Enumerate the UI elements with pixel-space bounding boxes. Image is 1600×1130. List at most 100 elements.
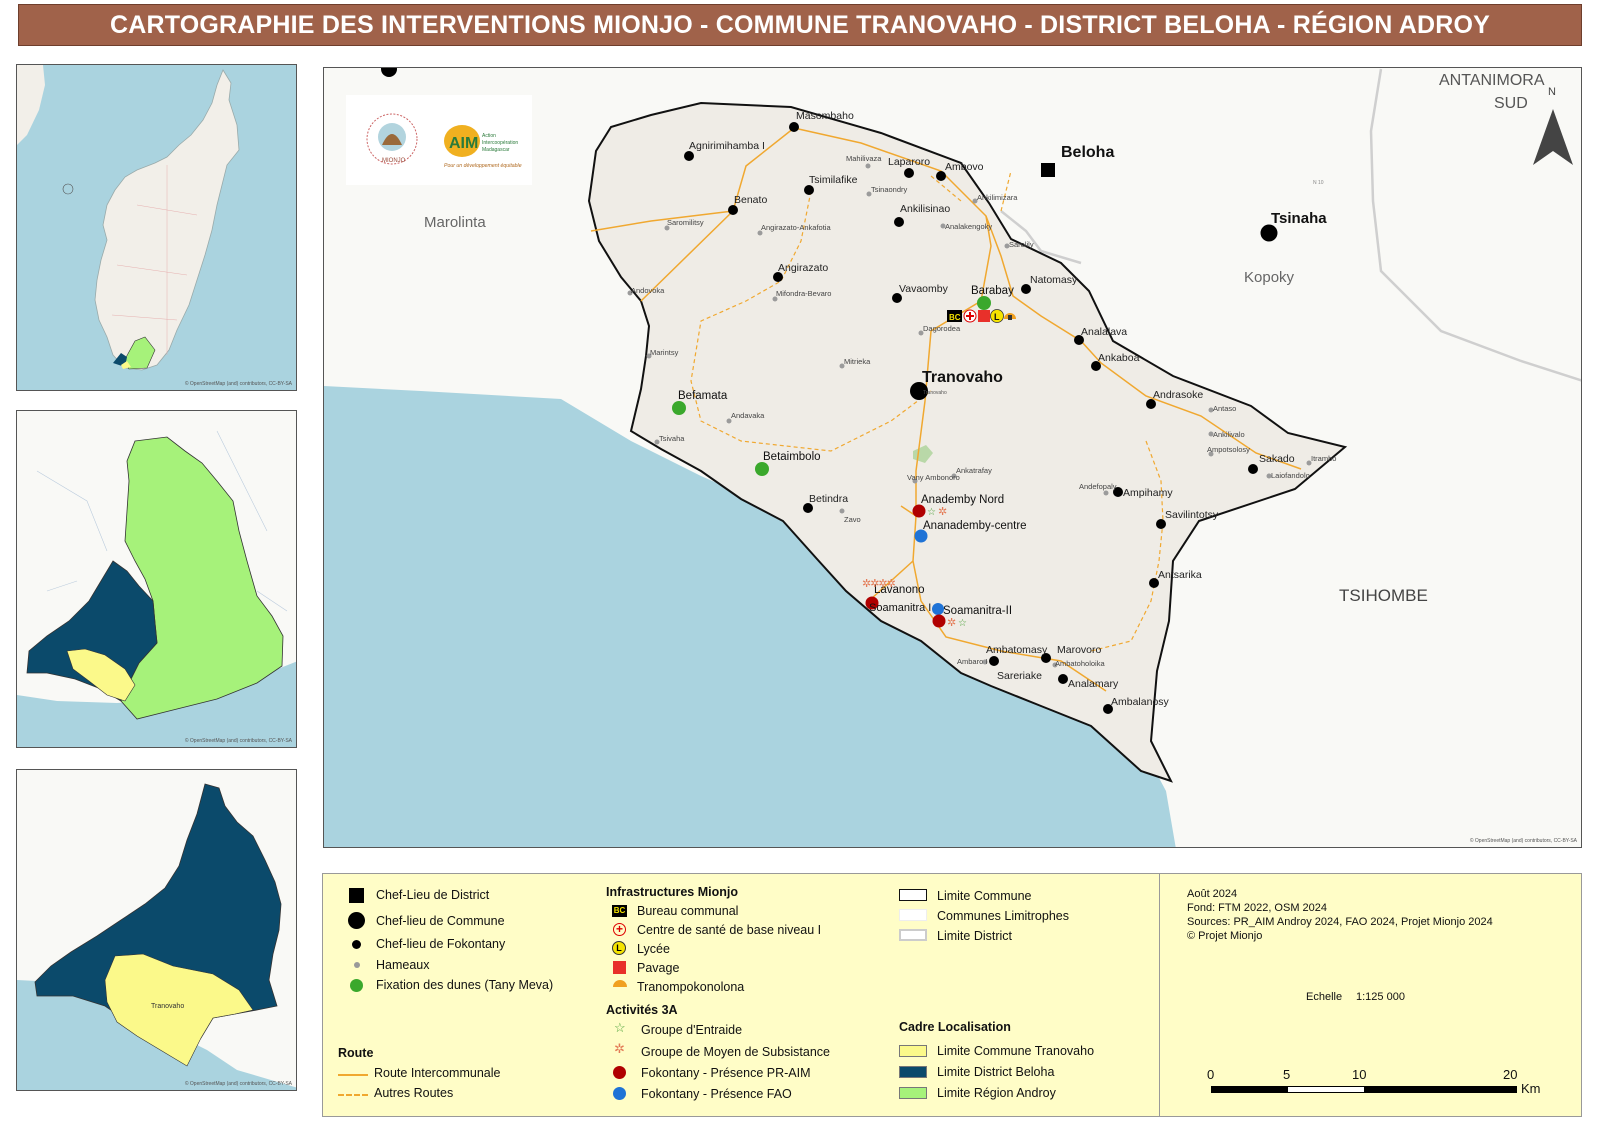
scale-tick-20: 20 [1503, 1067, 1518, 1082]
legend-presence-fao: Fokontany - Présence FAO [641, 1087, 792, 1101]
cadre-district-swatch [899, 1066, 927, 1078]
legend-hameaux: Hameaux [376, 958, 430, 972]
hameau-symbol [354, 962, 360, 968]
label-antaso: Antaso [1213, 404, 1236, 413]
legend-groupe-subsistance: Groupe de Moyen de Subsistance [641, 1045, 831, 1059]
label-tranovaho: Tranovaho [922, 369, 1003, 386]
label-anademby-nord: Anademby Nord [921, 494, 1004, 506]
inset-commune: Tranovaho © OpenStreetMap (and) contribu… [16, 769, 297, 1091]
label-andefopaly: Andefopaly [1079, 482, 1117, 491]
label-savilintotsy: Savilintotsy [1165, 509, 1219, 521]
label-ankaboa: Ankaboa [1098, 352, 1140, 364]
label-dagorodea: Dagorodea [923, 324, 961, 333]
label-tsimilafike: Tsimilafike [809, 174, 858, 186]
label-analamary: Analamary [1068, 678, 1119, 690]
label-zavo: Zavo [844, 515, 861, 524]
route-intercommunale-swatch [338, 1074, 368, 1076]
lycee-glyph: L [994, 312, 1000, 322]
label-ankilivalo: Ankilivalo [1213, 430, 1245, 439]
legend-pavage: Pavage [637, 961, 680, 975]
label-laiofandolo: Laiofandolo [1271, 471, 1310, 480]
label-mitrieka: Mitrieka [844, 357, 871, 366]
label-laparoro: Laparoro [888, 156, 930, 168]
dunes-symbol [350, 979, 363, 992]
praim-marker-anademby [912, 504, 926, 518]
label-analakengoky: Analakengoky [945, 222, 992, 231]
cadre-commune-swatch [899, 1045, 927, 1057]
title-bar: CARTOGRAPHIE DES INTERVENTIONS MIONJO - … [18, 4, 1582, 46]
info-fond: Fond: FTM 2022, OSM 2024 [1187, 902, 1328, 914]
label-marovoro: Marovoro [1057, 644, 1102, 656]
beloha-marker [1041, 163, 1055, 177]
inset-credit: © OpenStreetMap (and) contributors, CC-B… [184, 381, 292, 387]
label-agnirimihamba: Agnirimihamba I [689, 140, 765, 152]
label-ambalanosy: Ambalanosy [1111, 696, 1170, 708]
label-tsihombe: TSIHOMBE [1339, 586, 1428, 605]
legend-tranompokonolona-icon [613, 980, 627, 987]
label-soamanitra-ii: Soamanitra-II [943, 605, 1012, 617]
legend-cadre-commune: Limite Commune Tranovaho [937, 1044, 1095, 1058]
logo-box: MIONJO AIM Action Intercoopération Madag… [346, 95, 532, 185]
main-map: Marolinta ANTANIMORA SUD TSIHOMBE Kopoky… [323, 67, 1582, 848]
legend-fao-icon [613, 1087, 626, 1100]
scale-tick-0: 0 [1207, 1067, 1215, 1082]
label-ankatrafay: Ankatrafay [956, 466, 992, 475]
label-sakado: Sakado [1259, 453, 1295, 465]
inset2-credit: © OpenStreetMap (and) contributors, CC-B… [184, 738, 292, 744]
label-barabay: Barabay [971, 285, 1014, 297]
entraide-soamanitra: ☆ [958, 618, 967, 629]
legend-praim-icon [613, 1066, 626, 1079]
legend-health-icon: + [613, 923, 626, 936]
label-tsinaondry: Tsinaondry [871, 185, 908, 194]
legend-pavage-icon [613, 961, 626, 974]
legend-cadre-district: Limite District Beloha [937, 1065, 1055, 1079]
scale-value: 1:125 000 [1356, 991, 1405, 1003]
label-ambatomasy: Ambatomasy [986, 644, 1048, 656]
legend-cadre-region: Limite Région Androy [937, 1086, 1056, 1100]
label-natomasy: Natomasy [1030, 274, 1078, 286]
subsistance-soamanitra: ✲ [947, 617, 956, 629]
legend-commune: Chef-lieu de Commune [376, 914, 505, 928]
label-andrasoke: Andrasoke [1153, 389, 1203, 401]
main-map-credit: © OpenStreetMap (and) contributors, CC-B… [1469, 838, 1577, 844]
legend-lycee-icon: L [612, 941, 626, 955]
label-soamanitra-i: Soamanitra I [869, 602, 931, 614]
label-ananademby-centre: Ananademby-centre [923, 520, 1027, 532]
aim-logo-text: AIM [449, 135, 478, 152]
legend-limite-commune: Limite Commune [937, 889, 1032, 903]
aim-sub2: Intercoopération [482, 140, 518, 146]
info-date: Août 2024 [1187, 888, 1238, 900]
label-itrambo: Itrambo [1311, 454, 1336, 463]
legend-groupe-entraide: Groupe d'Entraide [641, 1023, 743, 1037]
label-andavaka: Andavaka [731, 411, 765, 420]
aim-sub1: Action [482, 133, 496, 139]
tsinaha-marker [1260, 224, 1278, 242]
legend-subsistance-icon: ✲ [614, 1041, 625, 1056]
label-ambatoholoika: Ambatoholoika [1055, 659, 1105, 668]
legend-lycee: Lycée [637, 942, 670, 956]
hameau-label-tranovaho: Tranovaho [923, 390, 947, 396]
label-tsivaha: Tsivaha [659, 434, 685, 443]
legend-centre-sante: Centre de santé de base niveau I [637, 923, 822, 937]
legend-cadre-title: Cadre Localisation [899, 1020, 1011, 1034]
legend-route-intercommunale: Route Intercommunale [374, 1066, 501, 1080]
label-ampotsolosy: Ampotsolosy [1207, 445, 1250, 454]
info-sources: Sources: PR_AIM Androy 2024, FAO 2024, P… [1187, 916, 1493, 928]
route-tag: N 10 [1313, 180, 1324, 186]
legend-district: Chef-Lieu de District [376, 888, 490, 902]
label-antanimora: ANTANIMORA [1439, 72, 1545, 89]
bureau-communal-glyph: BC [949, 313, 961, 322]
cadre-region-swatch [899, 1087, 927, 1099]
scale-tick-10: 10 [1352, 1067, 1367, 1082]
label-ankilimizara: Ankilimizara [977, 193, 1018, 202]
aim-sub3: Madagascar [482, 147, 510, 153]
label-kopoky: Kopoky [1244, 269, 1295, 286]
scale-tick-5: 5 [1283, 1067, 1291, 1082]
scale-bar [1211, 1086, 1517, 1093]
legend-dunes: Fixation des dunes (Tany Meva) [376, 978, 554, 992]
legend-entraide-icon: ☆ [614, 1020, 626, 1035]
label-andovoka: Andovoka [631, 286, 665, 295]
label-angirazato-ankafotia: Angirazato-Ankafotia [761, 223, 831, 232]
label-sud: SUD [1494, 95, 1528, 112]
label-mahilivaza: Mahilivaza [846, 154, 882, 163]
